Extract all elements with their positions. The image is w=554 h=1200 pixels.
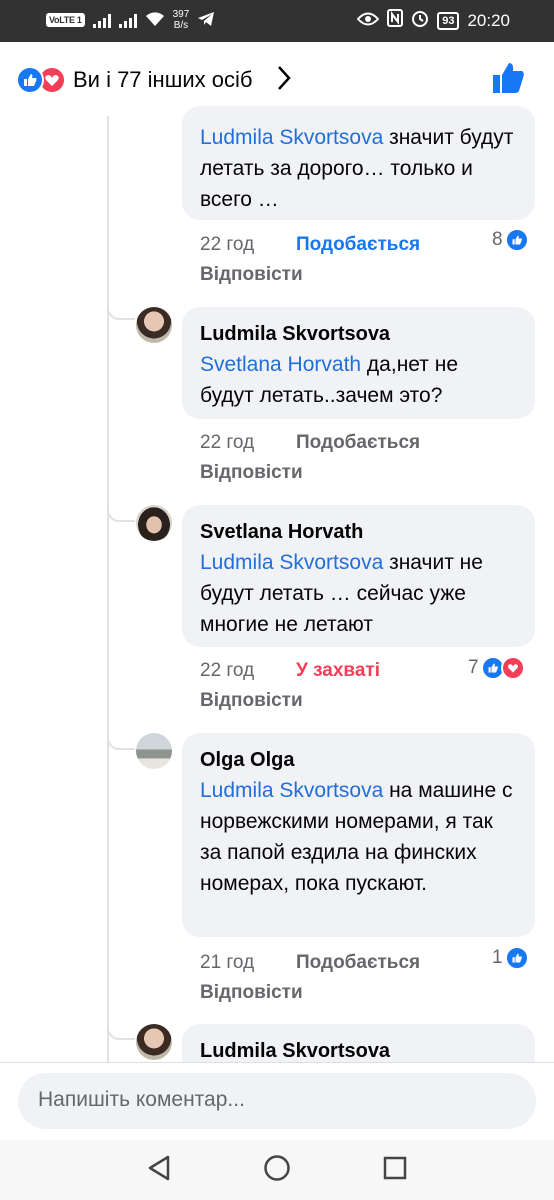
avatar[interactable]: [136, 733, 172, 769]
thread-branch: [107, 736, 135, 750]
volte-icon: VoLTE 1: [46, 13, 85, 27]
reactions-header: Ви і 77 інших осіб: [0, 42, 554, 116]
avatar[interactable]: [136, 307, 172, 343]
mention-link[interactable]: Ludmila Skvortsova: [200, 551, 383, 574]
avatar[interactable]: [136, 1024, 172, 1060]
thread-branch: [107, 306, 135, 320]
reaction-summary[interactable]: Ви і 77 інших осіб: [73, 67, 252, 93]
thread-line: [107, 116, 109, 1062]
comment-time[interactable]: 22 год: [200, 660, 254, 682]
wifi-icon: [145, 11, 165, 30]
like-button[interactable]: Подобається: [296, 952, 420, 974]
comment-time[interactable]: 21 год: [200, 952, 254, 974]
clock: 20:20: [467, 10, 510, 30]
comment-input[interactable]: Напишіть коментар...: [18, 1073, 536, 1129]
reply-button[interactable]: Відповісти: [200, 462, 303, 484]
comment-bubble[interactable]: Olga Olga Ludmila Skvortsova на машине с…: [182, 733, 535, 937]
alarm-icon: [411, 9, 429, 32]
comment-composer: Напишіть коментар...: [0, 1062, 554, 1140]
comment-bubble[interactable]: Svetlana Horvath Ludmila Skvortsova знач…: [182, 505, 535, 647]
signal-icon: [92, 12, 111, 28]
thread-branch: [107, 508, 135, 522]
status-bar: VoLTE 1 397 B/s 93 20:20: [0, 0, 554, 42]
like-button[interactable]: Подобається: [296, 234, 420, 256]
comment-time[interactable]: 22 год: [200, 432, 254, 454]
reaction-count[interactable]: 1: [492, 946, 529, 970]
comment-time[interactable]: 22 год: [200, 234, 254, 256]
reaction-count[interactable]: 7: [468, 656, 525, 680]
like-button-icon[interactable]: [490, 60, 526, 101]
reaction-count[interactable]: 8: [492, 228, 529, 252]
reaction-icons[interactable]: [16, 66, 66, 94]
reply-button[interactable]: Відповісти: [200, 690, 303, 712]
back-icon[interactable]: [146, 1154, 172, 1187]
like-reaction-icon: [504, 228, 529, 252]
like-button[interactable]: Подобається: [296, 432, 420, 454]
nfc-icon: [387, 9, 404, 32]
mention-link[interactable]: Ludmila Skvortsova: [200, 779, 383, 802]
thread-branch: [107, 1026, 135, 1040]
comment-bubble[interactable]: Ludmila Skvortsova Svetlana Horvath да,н…: [182, 307, 535, 419]
reply-button[interactable]: Відповісти: [200, 982, 303, 1004]
battery-icon: 93: [437, 11, 460, 30]
love-button[interactable]: У захваті: [296, 660, 380, 682]
avatar[interactable]: [136, 505, 172, 541]
mention-link[interactable]: Svetlana Horvath: [200, 353, 361, 376]
love-reaction-icon: [500, 656, 525, 680]
comment-author[interactable]: Olga Olga: [200, 745, 517, 775]
reply-button[interactable]: Відповісти: [200, 264, 303, 286]
network-speed: 397 B/s: [172, 9, 190, 31]
comment-author[interactable]: Ludmila Skvortsova: [200, 319, 517, 349]
recents-icon[interactable]: [382, 1154, 408, 1187]
comment-bubble[interactable]: Ludmila Skvortsova значит будут летать з…: [182, 106, 535, 220]
like-reaction-icon: [16, 66, 44, 94]
telegram-icon: [197, 11, 215, 30]
mention-link[interactable]: Ludmila Skvortsova: [200, 126, 383, 149]
home-icon[interactable]: [263, 1154, 291, 1187]
eye-icon: [356, 11, 380, 31]
system-nav-bar: [0, 1140, 554, 1200]
signal-icon-2: [118, 12, 137, 28]
like-reaction-icon: [504, 946, 529, 970]
chevron-right-icon[interactable]: [276, 64, 292, 97]
comment-author[interactable]: Svetlana Horvath: [200, 517, 517, 547]
